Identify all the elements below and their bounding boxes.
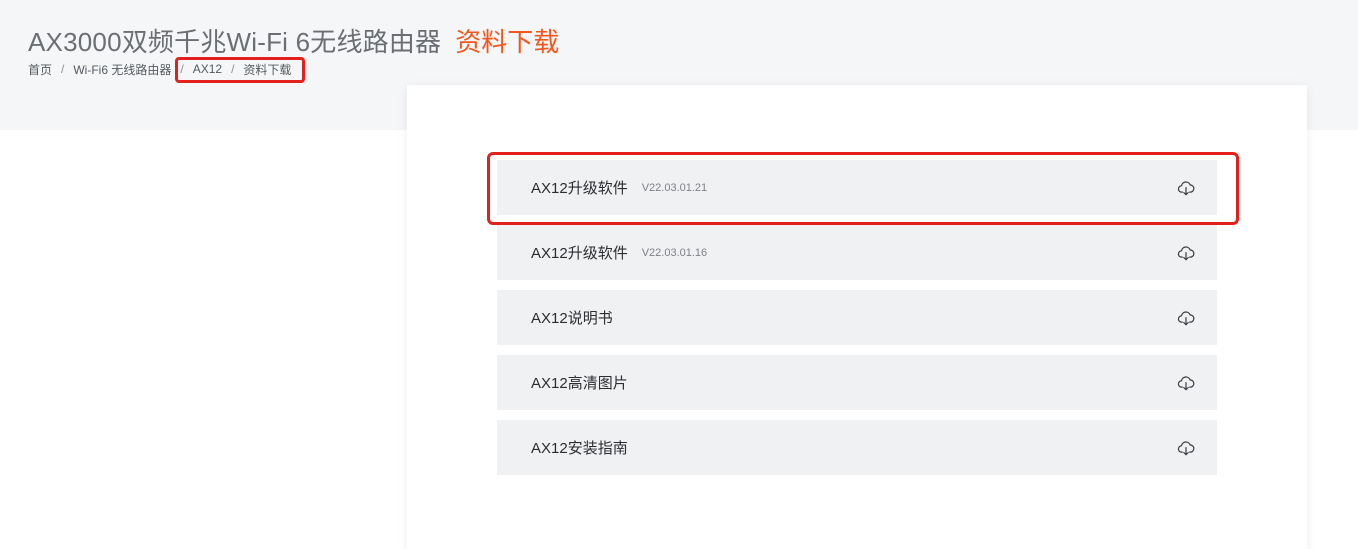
download-row-highlight-box [487,152,1239,225]
cloud-download-icon[interactable] [1177,244,1195,262]
download-row[interactable]: AX12安装指南 [497,420,1217,475]
download-name: AX12安装指南 [531,440,628,457]
breadcrumb-separator: / [61,62,65,76]
section-name: 资料下载 [455,27,560,57]
page-title: AX3000双频千兆Wi-Fi 6无线路由器 资料下载 [28,22,559,59]
download-row[interactable]: AX12说明书 [497,290,1217,345]
cloud-download-icon[interactable] [1177,439,1195,457]
cloud-download-icon[interactable] [1177,309,1195,327]
cloud-download-icon[interactable] [1177,374,1195,392]
download-row[interactable]: AX12升级软件 V22.03.01.16 [497,225,1217,280]
breadcrumb-category[interactable]: Wi-Fi6 无线路由器 [73,61,171,78]
breadcrumb-highlight-box [175,57,305,83]
download-name: AX12高清图片 [531,375,628,392]
download-row[interactable]: AX12高清图片 [497,355,1217,410]
breadcrumb-home[interactable]: 首页 [28,61,52,78]
download-name: AX12升级软件 [531,245,628,262]
download-name: AX12说明书 [531,310,613,327]
page: AX3000双频千兆Wi-Fi 6无线路由器 资料下载 首页 / Wi-Fi6 … [0,0,1358,549]
download-version: V22.03.01.16 [641,246,708,259]
product-name: AX3000双频千兆Wi-Fi 6无线路由器 [28,27,442,57]
